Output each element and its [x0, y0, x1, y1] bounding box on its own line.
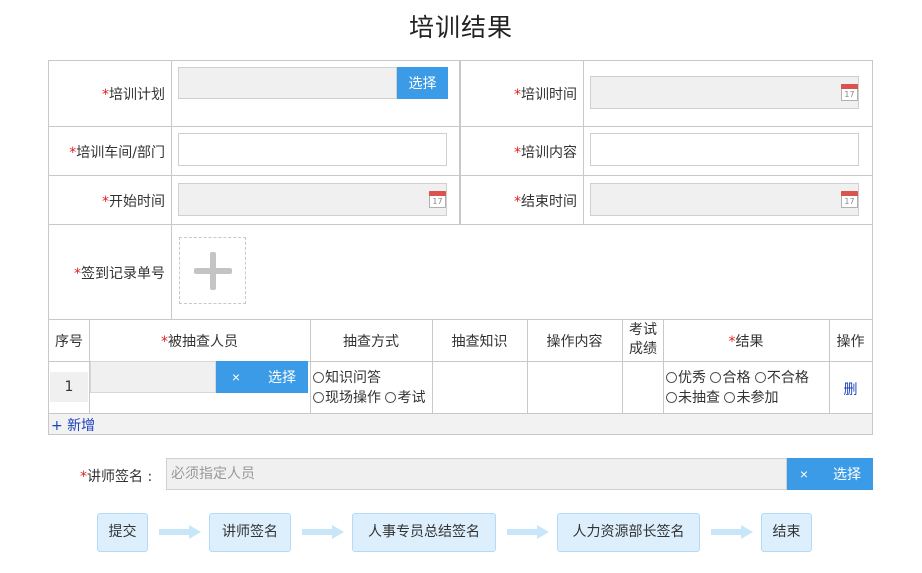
dept-input-box[interactable]	[179, 134, 446, 165]
result-option-pass[interactable]: 合格	[710, 370, 750, 386]
calendar-icon[interactable]: 17	[841, 84, 858, 101]
radio-icon[interactable]	[313, 392, 324, 403]
th-result: *结果	[728, 334, 764, 350]
time-label: *培训时间	[514, 87, 577, 103]
row-divider	[49, 224, 872, 225]
arrow-right-icon	[507, 525, 551, 539]
time-input[interactable]	[590, 76, 859, 109]
radio-icon[interactable]	[666, 392, 677, 403]
signin-label: *签到记录单号	[74, 266, 165, 282]
content-input-box[interactable]	[591, 134, 858, 165]
radio-icon[interactable]	[385, 392, 397, 403]
row-seq: 1	[64, 379, 74, 395]
page-title: 培训结果	[408, 13, 513, 42]
flow-step-hr-summary: 人事专员总结签名	[352, 513, 496, 552]
person-input-box[interactable]	[91, 362, 215, 392]
upload-plus-icon[interactable]	[179, 237, 246, 304]
radio-icon[interactable]	[710, 372, 722, 383]
col-divider	[583, 61, 584, 224]
method-options: 知识问答 现场操作 考试	[313, 368, 431, 408]
th-action: 操作	[836, 334, 865, 350]
th-operation: 操作内容	[546, 334, 603, 350]
teacher-sign-input[interactable]	[166, 458, 787, 490]
arrow-right-icon	[711, 525, 755, 539]
plan-label: *培训计划	[102, 87, 165, 103]
arrow-right-icon	[302, 525, 346, 539]
result-option-absent[interactable]: 未参加	[724, 390, 778, 406]
plan-select-button[interactable]: 选择	[397, 67, 448, 99]
person-select-button[interactable]: 选择	[256, 361, 308, 393]
th-method: 抽查方式	[343, 334, 399, 350]
flow-step-end: 结束	[761, 513, 812, 552]
col-divider	[171, 61, 172, 319]
content-label: *培训内容	[514, 145, 577, 161]
result-options: 优秀 合格 不合格 未抽查 未参加	[666, 368, 828, 408]
teacher-sign-label: *讲师签名 :	[80, 469, 153, 485]
end-label: *结束时间	[514, 194, 577, 210]
row-divider	[49, 319, 872, 320]
person-input[interactable]	[90, 361, 216, 393]
flow-step-teacher-sign: 讲师签名	[209, 513, 291, 552]
content-input[interactable]	[590, 133, 859, 166]
start-input[interactable]	[178, 183, 447, 216]
th-seq: 序号	[55, 334, 83, 350]
end-input-box[interactable]	[591, 184, 858, 215]
th-knowledge: 抽查知识	[451, 334, 508, 350]
result-option-unchecked[interactable]: 未抽查	[666, 390, 720, 406]
method-option-exam[interactable]: 考试	[385, 390, 425, 406]
radio-icon[interactable]	[313, 372, 324, 383]
radio-icon[interactable]	[724, 392, 736, 403]
flow-step-hr-minister-sign: 人力资源部长签名	[557, 513, 700, 552]
flow-step-submit: 提交	[97, 513, 148, 552]
start-input-box[interactable]	[179, 184, 446, 215]
training-result-form: *培训计划 选择 *培训时间 17 *培训车间/部门 *培训内容 *开始时间 1…	[48, 60, 873, 435]
teacher-select-button[interactable]: 选择	[821, 458, 873, 490]
plan-input-box[interactable]	[179, 68, 396, 98]
th-person: *被抽查人员	[161, 334, 238, 350]
radio-icon[interactable]	[666, 372, 677, 383]
time-input-box[interactable]	[591, 77, 858, 108]
method-option-qa[interactable]: 知识问答	[313, 370, 381, 386]
method-option-onsite[interactable]: 现场操作	[313, 390, 381, 406]
result-option-excellent[interactable]: 优秀	[666, 370, 706, 386]
teacher-clear-button[interactable]: ×	[787, 458, 821, 490]
delete-row-link[interactable]: 删	[829, 379, 872, 399]
calendar-icon[interactable]: 17	[841, 191, 858, 208]
th-score: 考试成绩	[629, 322, 657, 357]
dept-input[interactable]	[178, 133, 447, 166]
teacher-sign-input-box[interactable]	[167, 459, 786, 489]
result-option-fail[interactable]: 不合格	[754, 370, 809, 386]
plan-input[interactable]	[178, 67, 397, 99]
add-row-link[interactable]: + 新增	[51, 415, 95, 435]
col-divider	[622, 319, 623, 413]
end-input[interactable]	[590, 183, 859, 216]
calendar-icon[interactable]: 17	[429, 191, 446, 208]
radio-icon[interactable]	[754, 372, 766, 383]
start-label: *开始时间	[102, 194, 165, 210]
person-clear-button[interactable]: ×	[216, 361, 256, 393]
dept-label: *培训车间/部门	[69, 145, 165, 161]
add-row-bar	[49, 414, 872, 434]
arrow-right-icon	[159, 525, 203, 539]
